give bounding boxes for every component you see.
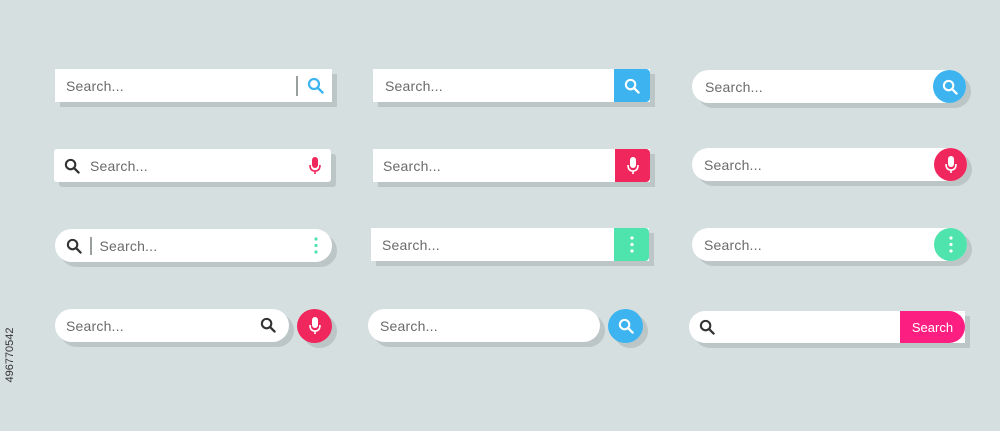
- search-icon[interactable]: [699, 319, 715, 335]
- stock-id: 496770542: [4, 327, 16, 383]
- search-input-6[interactable]: Search...: [704, 157, 762, 173]
- voice-search-button[interactable]: [934, 148, 967, 181]
- search-icon[interactable]: [260, 317, 276, 333]
- search-button[interactable]: [614, 69, 650, 102]
- search-button[interactable]: [933, 70, 966, 103]
- search-input-8[interactable]: Search...: [382, 237, 440, 253]
- search-bar-9: Search...: [692, 228, 967, 261]
- search-bar-3: Search...: [692, 70, 966, 103]
- options-button[interactable]: [934, 228, 967, 261]
- search-input-9[interactable]: Search...: [704, 237, 762, 253]
- search-button-label: Search: [911, 319, 954, 335]
- voice-search-button[interactable]: [297, 309, 332, 343]
- search-bar-8: Search...: [371, 228, 649, 261]
- search-input-10[interactable]: Search...: [66, 318, 124, 334]
- divider: [90, 236, 92, 255]
- search-icon: [942, 79, 958, 95]
- search-input-3[interactable]: Search...: [705, 79, 763, 95]
- microphone-icon: [944, 155, 957, 174]
- search-bar-2: Search...: [373, 69, 650, 102]
- more-vertical-icon: [948, 236, 953, 253]
- voice-search-button[interactable]: [615, 149, 650, 182]
- search-bar-5: Search...: [373, 149, 650, 182]
- search-icon[interactable]: [64, 158, 80, 174]
- search-button[interactable]: Search: [900, 311, 965, 343]
- search-bar-4: Search...: [54, 149, 331, 182]
- search-input-5[interactable]: Search...: [383, 158, 441, 174]
- search-button[interactable]: [608, 309, 643, 343]
- search-bar-6: Search...: [692, 148, 967, 181]
- options-button[interactable]: [614, 228, 649, 261]
- search-icon: [618, 318, 634, 334]
- microphone-icon: [626, 156, 639, 175]
- search-input-11[interactable]: Search...: [380, 318, 438, 334]
- search-input-4[interactable]: Search...: [90, 158, 148, 174]
- search-bar-7: Search...: [55, 229, 332, 262]
- more-vertical-icon: [629, 236, 634, 253]
- search-input-2[interactable]: Search...: [385, 78, 443, 94]
- search-icon[interactable]: [307, 77, 324, 94]
- microphone-icon[interactable]: [309, 157, 321, 175]
- search-input-1[interactable]: Search...: [66, 78, 124, 94]
- search-bar-10: Search...: [55, 309, 289, 342]
- search-bar-11: Search...: [368, 309, 600, 342]
- search-icon: [624, 78, 640, 94]
- search-icon[interactable]: [66, 238, 82, 254]
- more-vertical-icon[interactable]: [314, 237, 318, 254]
- search-bar-12: Search: [689, 311, 965, 343]
- divider: [296, 76, 298, 96]
- search-bar-1: Search...: [55, 69, 332, 102]
- microphone-icon: [308, 317, 321, 335]
- search-input-7[interactable]: Search...: [100, 238, 158, 254]
